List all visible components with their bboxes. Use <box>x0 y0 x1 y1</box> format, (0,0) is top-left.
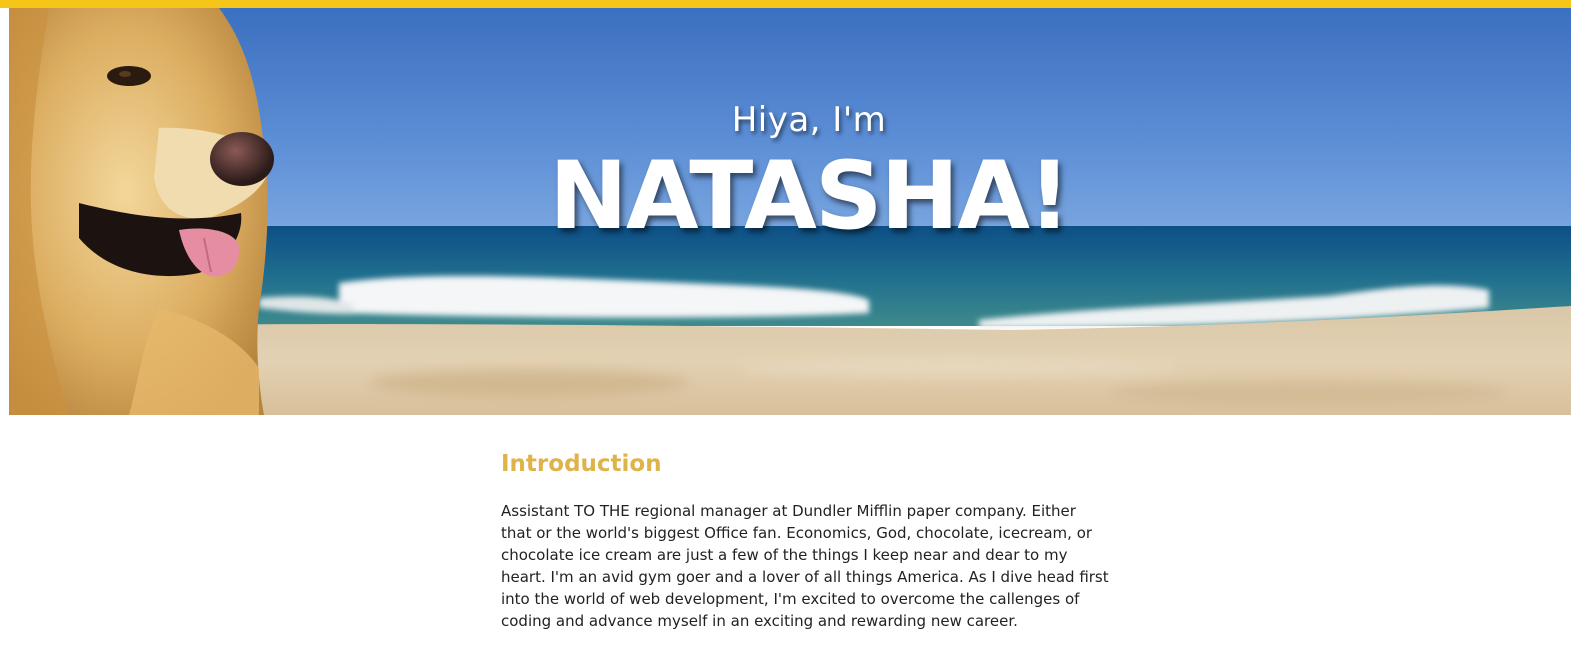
page: Hiya, I'm NATASHA! Introduction Assistan… <box>0 0 1571 655</box>
left-gutter <box>0 8 9 415</box>
hero-image <box>9 8 1571 415</box>
intro-section: Introduction Assistant TO THE regional m… <box>501 448 1121 632</box>
dog-photo <box>9 8 274 415</box>
top-accent-bar <box>0 0 1571 8</box>
hero-banner: Hiya, I'm NATASHA! <box>9 8 1571 415</box>
intro-body: Assistant TO THE regional manager at Dun… <box>501 502 1109 630</box>
intro-heading: Introduction <box>501 451 662 477</box>
